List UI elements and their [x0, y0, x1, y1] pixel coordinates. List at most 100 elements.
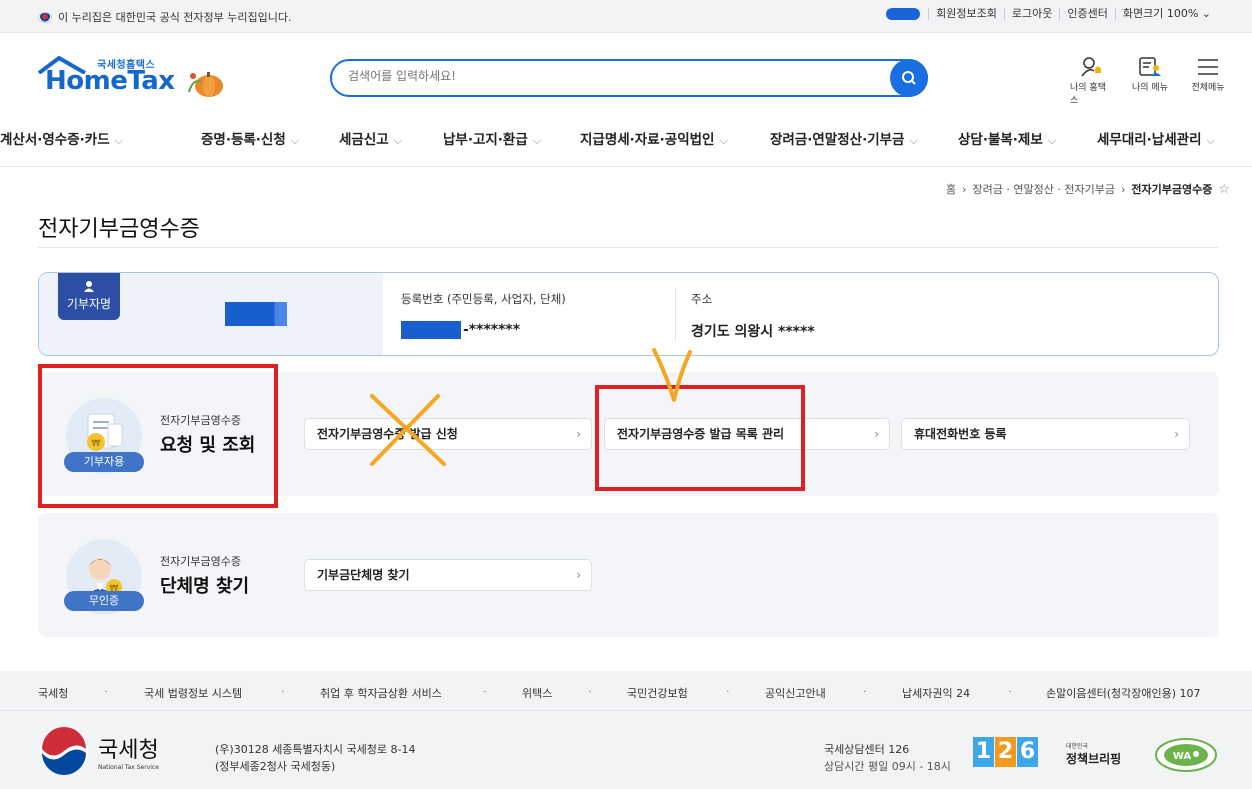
org-search-section: ₩ 무인증 전자기부금영수증 단체명 찾기 기부금단체명 찾기 › [38, 513, 1219, 637]
logo-title: HomeTax [45, 66, 175, 96]
footer-link[interactable]: 위택스 [522, 685, 552, 701]
no-auth-tag: 무인증 [64, 591, 144, 611]
address-label: 주소 [691, 292, 713, 306]
nav-item-label: 납부·고지·환급 [443, 132, 528, 148]
nav-item-agent[interactable]: 세무대리·납세관리 ⌵ [1097, 128, 1215, 148]
nav-divider [0, 166, 1252, 167]
breadcrumb-current: 전자기부금영수증 [1131, 183, 1213, 196]
nav-item-certificate[interactable]: 증명·등록·신청 ⌵ [201, 128, 299, 148]
mobile-register-link[interactable]: 휴대전화번호 등록 › [901, 418, 1190, 450]
redacted-username [886, 8, 921, 20]
reg-number-value: -******* [463, 322, 521, 338]
my-menu-label: 나의 메뉴 [1132, 83, 1168, 93]
nav-item-consult[interactable]: 상담·불복·제보 ⌵ [958, 128, 1056, 148]
hamburger-icon [1198, 59, 1218, 75]
footer-dot: · [1008, 685, 1012, 698]
nav-item-incentive[interactable]: 장려금·연말정산·기부금 ⌵ [770, 128, 918, 148]
breadcrumb: 홈 › 장려금 · 연말정산 · 전자기부금 › 전자기부금영수증 ☆ [946, 181, 1230, 197]
chevron-right-icon: › [576, 427, 581, 441]
my-hometax-button[interactable]: 나의 홈택스 [1070, 56, 1114, 106]
chevron-right-icon: › [874, 427, 879, 441]
my-menu-button[interactable]: 나의 메뉴 [1128, 56, 1172, 106]
annotation-red-box-list [595, 385, 805, 491]
footer-address: (우)30128 세종특별자치시 국세청로 8-14 (정부세종2청사 국세청동… [215, 741, 415, 775]
list-person-icon [1139, 57, 1161, 76]
mobile-register-label: 휴대전화번호 등록 [914, 427, 1007, 441]
annotation-red-box-request [38, 364, 278, 508]
hometax-logo[interactable]: 국세청홈택스 HomeTax [37, 56, 237, 106]
footer-links: 국세청 · 국세 법령정보 시스템 · 취업 후 학자금상환 서비스 · 위택스… [0, 671, 1252, 711]
chevron-right-icon: › [962, 182, 967, 196]
star-favorite-icon[interactable]: ☆ [1218, 182, 1230, 197]
call-center-info: 국세상담센터 126 상담시간 평일 09시 - 18시 [824, 741, 951, 775]
donor-badge-label: 기부자명 [66, 297, 112, 311]
gov-notice-bar: 이 누리집은 대한민국 공식 전자정부 누리집입니다. 회원정보조회 로그아웃 … [0, 0, 1252, 33]
nav-item-label: 세금신고 [339, 132, 389, 148]
search-button[interactable] [890, 59, 928, 97]
redacted-donor-name [225, 302, 287, 326]
donor-name-pane: 기부자명 [39, 273, 383, 355]
web-accessibility-mark-icon: WA [1155, 738, 1217, 772]
footer-link[interactable]: 손말이음센터(청각장애인용) 107 [1046, 685, 1201, 701]
footer-dot: · [863, 685, 867, 698]
nav-item-label: 장려금·연말정산·기부금 [770, 132, 905, 148]
footer-link[interactable]: 국민건강보험 [627, 685, 688, 701]
chevron-down-icon: ⌵ [393, 134, 403, 147]
reg-number-field: 등록번호 (주민등록, 사업자, 단체) -******* [401, 291, 566, 339]
all-menu-label: 전체메뉴 [1191, 83, 1225, 93]
redacted-reg-number [401, 321, 461, 339]
chevron-right-icon: › [1120, 182, 1126, 196]
footer-link[interactable]: 취업 후 학자금상환 서비스 [320, 685, 442, 701]
address-line1: (우)30128 세종특별자치시 국세청로 8-14 [215, 743, 416, 756]
footer-link[interactable]: 납세자권익 24 [902, 685, 970, 701]
nav-item-invoice[interactable]: 계산서·영수증·카드 ⌵ [0, 128, 123, 148]
person-bell-icon [1081, 57, 1101, 77]
chevron-down-icon: ⌵ [909, 134, 918, 147]
address-value: 경기도 의왕시 ***** [691, 324, 815, 340]
find-org-name-label: 기부금단체명 찾기 [317, 568, 410, 582]
footer-dot: · [588, 685, 592, 698]
all-menu-button[interactable]: 전체메뉴 [1186, 56, 1230, 106]
screen-size-select[interactable]: 화면크기 100% ⌄ [1114, 8, 1218, 20]
link-member-info[interactable]: 회원정보조회 [928, 8, 1004, 20]
nts-logo[interactable]: 국세청 National Tax Service [38, 725, 159, 777]
pumpkin-decoration-icon [188, 72, 223, 97]
donor-info-card: 기부자명 등록번호 (주민등록, 사업자, 단체) -******* 주소 경기… [38, 272, 1219, 356]
policy-briefing-logo[interactable]: 대한민국 정책브리핑 [1066, 741, 1121, 767]
chevron-down-icon: ⌵ [532, 134, 542, 147]
footer-link[interactable]: 공익신고안내 [765, 685, 826, 701]
section2-title: 단체명 찾기 [160, 576, 250, 597]
donor-badge: 기부자명 [58, 273, 120, 320]
search-input[interactable] [348, 69, 848, 83]
badge-126-logo: 1 2 6 [973, 737, 1039, 767]
search-box [330, 59, 928, 97]
policy-briefing-text: 정책브리핑 [1066, 752, 1122, 766]
link-cert-center[interactable]: 인증센터 [1059, 8, 1114, 20]
breadcrumb-home[interactable]: 홈 [946, 181, 956, 197]
nav-item-label: 계산서·영수증·카드 [0, 132, 110, 148]
footer-dot: · [281, 685, 285, 698]
chevron-down-icon: ⌵ [290, 134, 300, 147]
nts-name: 국세청 [98, 737, 159, 763]
nav-item-label: 지급명세·자료·공익법인 [580, 132, 715, 148]
title-divider [38, 247, 1218, 248]
link-logout[interactable]: 로그아웃 [1003, 8, 1059, 20]
footer-link[interactable]: 국세청 [38, 685, 68, 701]
svg-text:WA: WA [1173, 751, 1192, 762]
call-center-number: 국세상담센터 126 [824, 743, 910, 756]
call-center-hours: 상담시간 평일 09시 - 18시 [824, 760, 951, 773]
my-hometax-label: 나의 홈택스 [1070, 83, 1106, 106]
nav-item-payment[interactable]: 납부·고지·환급 ⌵ [443, 128, 541, 148]
address-line2: (정부세종2청사 국세청동) [215, 760, 336, 773]
chevron-right-icon: › [576, 568, 581, 582]
nav-item-statement[interactable]: 지급명세·자료·공익법인 ⌵ [580, 128, 728, 148]
footer-link[interactable]: 국세 법령정보 시스템 [144, 685, 242, 701]
breadcrumb-mid[interactable]: 장려금 · 연말정산 · 전자기부금 [973, 181, 1115, 197]
find-org-name-link[interactable]: 기부금단체명 찾기 › [304, 559, 592, 591]
gov-notice-text: 이 누리집은 대한민국 공식 전자정부 누리집입니다. [58, 11, 292, 24]
nav-item-tax-report[interactable]: 세금신고 ⌵ [339, 128, 402, 148]
annotation-cross-mark-icon [370, 394, 446, 466]
badge-digit: 6 [1017, 737, 1038, 767]
page-title: 전자기부금영수증 [38, 217, 200, 242]
section2-subtitle: 전자기부금영수증 [160, 555, 241, 568]
